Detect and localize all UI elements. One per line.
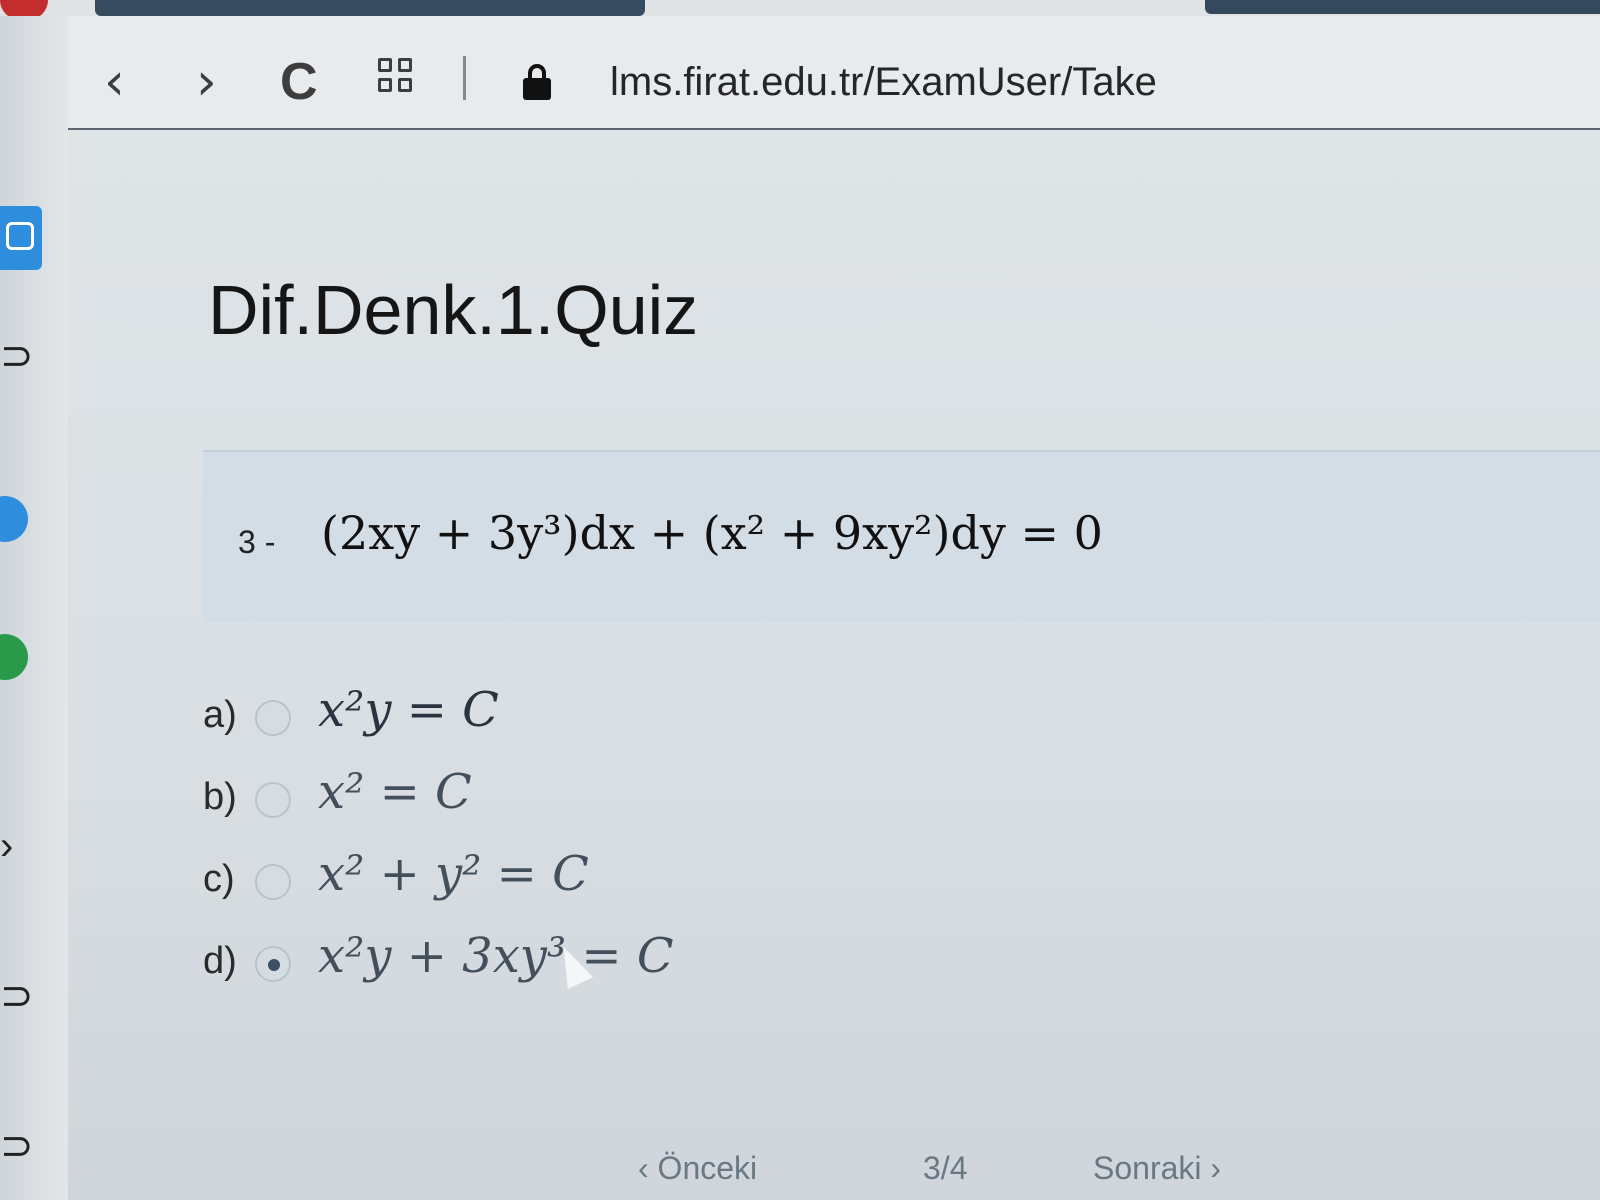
option-text: x²y = C xyxy=(318,682,499,738)
option-c[interactable]: c) x² + y² = C xyxy=(203,846,903,916)
toolbar-divider xyxy=(463,56,466,100)
reload-button[interactable]: C xyxy=(280,56,318,108)
window-bar-left xyxy=(95,0,645,16)
option-letter: c) xyxy=(203,858,235,900)
lock-icon[interactable] xyxy=(523,64,551,102)
dock-shape-icon-2[interactable]: ⊃ xyxy=(0,976,34,1016)
question-number: 3 - xyxy=(238,524,276,560)
dock-arrow-icon[interactable]: › xyxy=(0,826,13,866)
option-d[interactable]: d) x²y + 3xy³ = C xyxy=(203,928,903,998)
option-text: x² = C xyxy=(318,764,472,820)
radio-button-selected[interactable] xyxy=(255,946,291,982)
previous-button[interactable]: ‹ Önceki xyxy=(638,1150,757,1187)
option-letter: d) xyxy=(203,940,237,982)
dock-green-icon[interactable] xyxy=(0,634,28,680)
browser-toolbar: ‹ › C lms.firat.edu.tr/ExamUser/Take xyxy=(68,16,1600,130)
progress-indicator: 3/4 xyxy=(923,1150,968,1186)
dock-shape-icon-3[interactable]: ⊃ xyxy=(0,1126,34,1166)
option-letter: a) xyxy=(203,694,237,736)
dock-app-icon[interactable] xyxy=(0,206,42,270)
side-dock: ⊃ › ⊃ ⊃ xyxy=(0,16,68,1200)
option-b[interactable]: b) x² = C xyxy=(203,764,903,834)
forward-button[interactable]: › xyxy=(196,56,217,108)
radio-button[interactable] xyxy=(255,864,291,900)
page-title: Dif.Denk.1.Quiz xyxy=(208,271,699,349)
next-button[interactable]: Sonraki › xyxy=(1093,1150,1221,1187)
window-bar-right xyxy=(1205,0,1600,14)
radio-button[interactable] xyxy=(255,782,291,818)
tabs-grid-icon[interactable] xyxy=(378,58,416,96)
dock-shape-icon[interactable]: ⊃ xyxy=(0,336,34,376)
top-strip xyxy=(0,0,1600,20)
question-equation: (2xy + 3y³)dx + (x² + 9xy²)dy = 0 xyxy=(321,506,1103,560)
address-bar[interactable]: lms.firat.edu.tr/ExamUser/Take xyxy=(610,60,1157,105)
back-button[interactable]: ‹ xyxy=(104,56,125,108)
option-letter: b) xyxy=(203,776,237,818)
option-a[interactable]: a) x²y = C xyxy=(203,682,903,752)
question-card: 3 - (2xy + 3y³)dx + (x² + 9xy²)dy = 0 xyxy=(203,450,1600,622)
option-text: x² + y² = C xyxy=(318,846,589,902)
option-text: x²y + 3xy³ = C xyxy=(318,928,674,984)
page-content: Dif.Denk.1.Quiz 3 - (2xy + 3y³)dx + (x² … xyxy=(68,130,1600,1200)
dock-check-icon[interactable] xyxy=(0,496,28,542)
radio-button[interactable] xyxy=(255,700,291,736)
